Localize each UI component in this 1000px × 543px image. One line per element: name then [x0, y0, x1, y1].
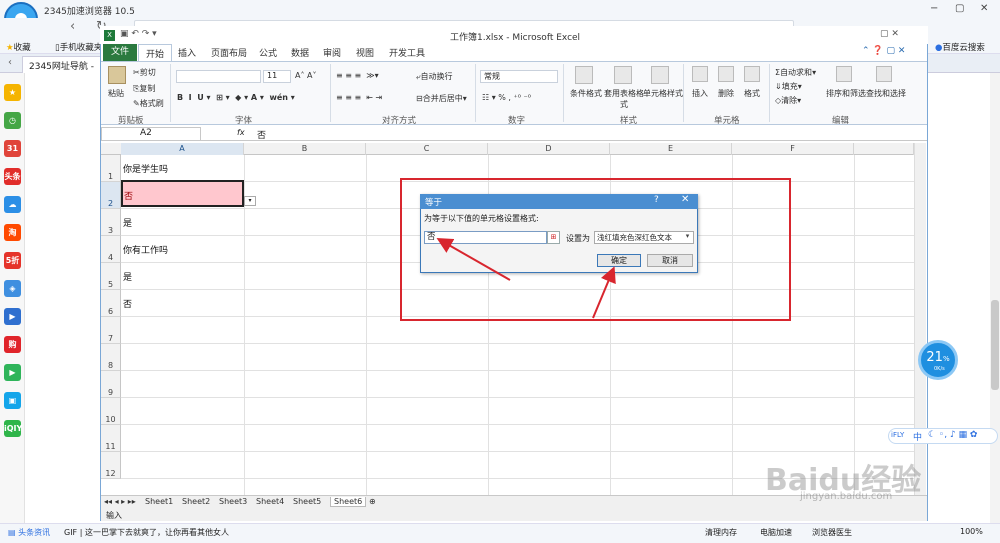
- browser-doctor-button[interactable]: 浏览器医生: [812, 527, 852, 538]
- zoom-level[interactable]: 100%: [960, 527, 983, 536]
- meter-value: 21: [926, 350, 943, 365]
- news-label: 头条资讯: [18, 528, 51, 537]
- clean-memory-button[interactable]: 清理内存: [705, 527, 737, 538]
- news-link[interactable]: ▤ 头条资讯: [8, 527, 50, 538]
- meter-speed: 0K/s: [934, 366, 945, 372]
- page-scrollbar[interactable]: [990, 73, 1000, 523]
- news-icon: ▤: [8, 528, 16, 537]
- watermark-url: jingyan.baidu.com: [800, 491, 893, 502]
- ime-tool-icons[interactable]: ☾ ◦, ♪ ▦ ✿: [928, 430, 977, 440]
- speed-up-button[interactable]: 电脑加速: [760, 527, 792, 538]
- memory-meter[interactable]: 21%: [918, 340, 958, 380]
- ime-mode[interactable]: 中: [913, 430, 922, 443]
- scrollbar-thumb[interactable]: [991, 300, 999, 390]
- news-headline[interactable]: GIF | 这一巴掌下去就爽了，让你再看其他女人: [64, 527, 229, 538]
- arrow-to-input: [436, 238, 511, 281]
- meter-unit: %: [942, 355, 950, 363]
- arrow-to-ok: [592, 266, 616, 319]
- ime-brand: iFLY: [891, 431, 905, 439]
